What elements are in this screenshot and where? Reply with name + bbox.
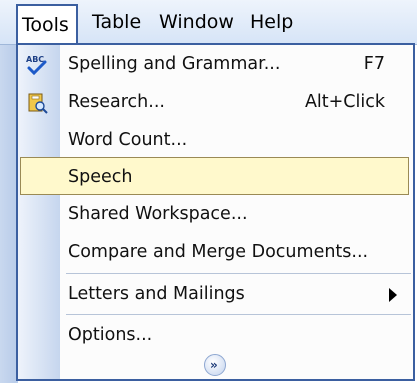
expand-glyph: »	[210, 358, 218, 372]
spelling-abc-check-icon: ABC	[26, 55, 47, 76]
menu-table[interactable]: Table	[92, 6, 141, 38]
menu-item-label: Word Count...	[68, 130, 188, 150]
svg-text:ABC: ABC	[26, 55, 44, 64]
menu-separator	[66, 314, 411, 315]
menu-item-spelling-and-grammar[interactable]: ABC Spelling and Grammar... F7	[18, 45, 413, 83]
menu-item-speech[interactable]: Speech	[20, 157, 409, 195]
menu-item-options[interactable]: Options...	[18, 316, 413, 354]
menu-item-shortcut: F7	[363, 54, 385, 74]
menu-item-label: Options...	[68, 325, 153, 345]
menu-item-word-count[interactable]: Word Count...	[18, 121, 413, 159]
research-book-icon	[28, 93, 48, 114]
menu-item-label: Letters and Mailings	[68, 284, 245, 304]
menu-separator	[66, 273, 411, 274]
menu-item-shortcut: Alt+Click	[304, 92, 385, 112]
menu-help[interactable]: Help	[250, 6, 293, 38]
menu-bar: Tools Table Window Help	[0, 0, 417, 45]
menu-tools[interactable]: Tools	[16, 4, 78, 44]
menu-item-label: Shared Workspace...	[68, 204, 248, 224]
menu-item-label: Spelling and Grammar...	[68, 54, 281, 74]
menu-item-label: Speech	[68, 167, 133, 187]
menu-item-compare-and-merge[interactable]: Compare and Merge Documents...	[18, 233, 413, 271]
menu-item-label: Compare and Merge Documents...	[68, 242, 369, 262]
menu-window[interactable]: Window	[159, 6, 234, 38]
submenu-arrow-icon	[389, 288, 397, 302]
menu-item-research[interactable]: Research... Alt+Click	[18, 83, 413, 121]
tools-dropdown-menu: ABC Spelling and Grammar... F7 Research.…	[16, 43, 415, 381]
menu-item-label: Research...	[68, 92, 165, 112]
menu-item-shared-workspace[interactable]: Shared Workspace...	[18, 195, 413, 233]
expand-menu-chevron-icon[interactable]: »	[204, 354, 226, 376]
menu-item-letters-and-mailings[interactable]: Letters and Mailings	[18, 275, 413, 313]
